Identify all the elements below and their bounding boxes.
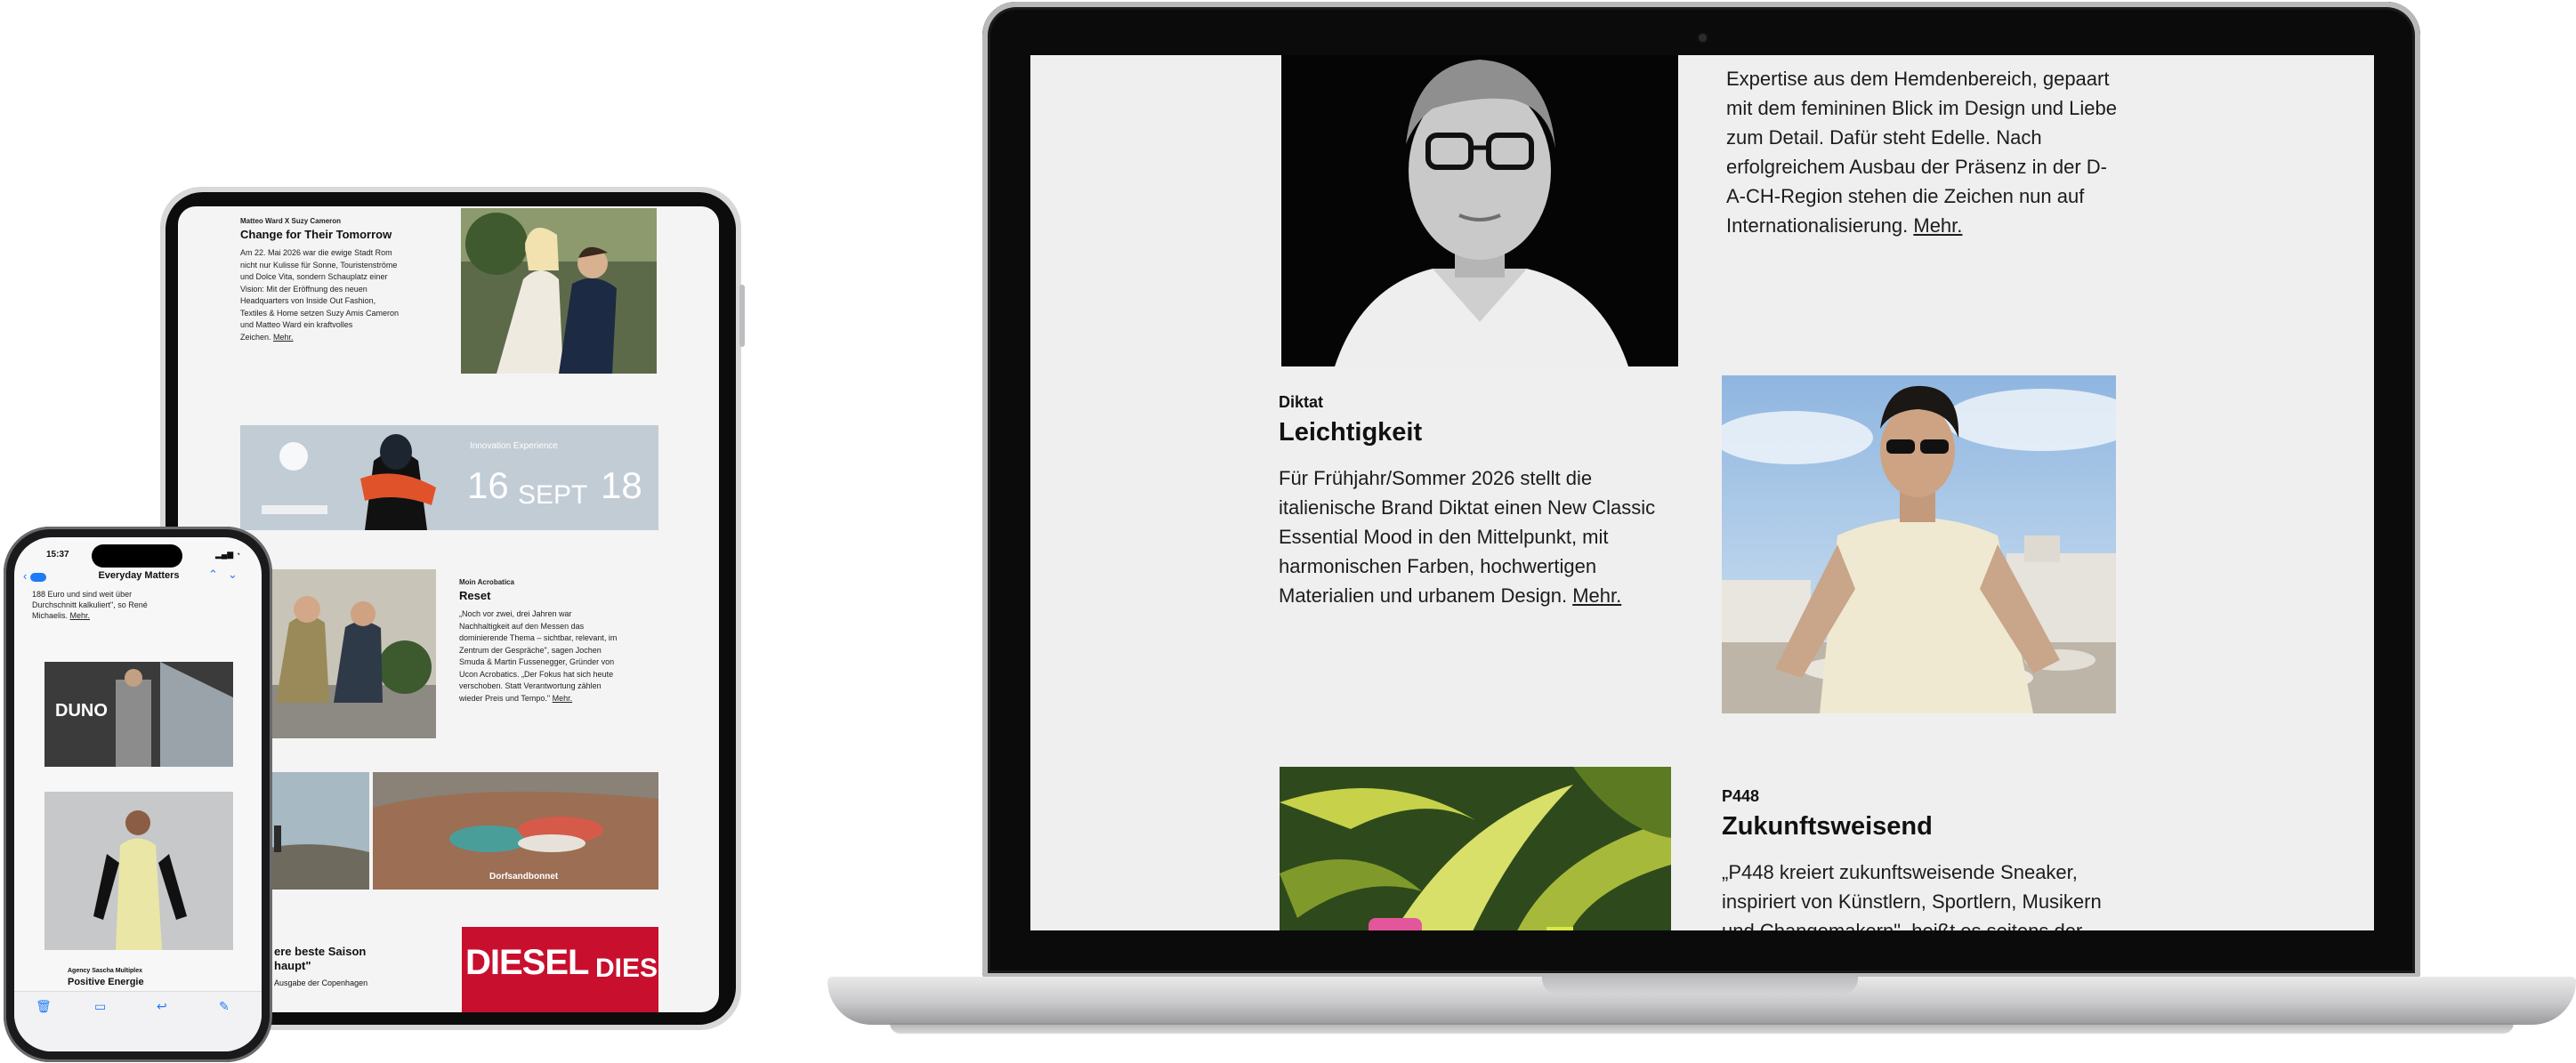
text-line: 188 Euro und sind weit über bbox=[32, 590, 133, 599]
reply-icon[interactable]: ↩ bbox=[157, 999, 167, 1014]
diktat-more-link[interactable]: Mehr. bbox=[1572, 584, 1621, 607]
intro-text: 188 Euro und sind weit über Durchschnitt… bbox=[32, 589, 228, 621]
edelle-more-link[interactable]: Mehr. bbox=[1913, 214, 1962, 237]
text-line: wieder Preis und Tempo." Mehr. bbox=[459, 693, 664, 705]
text-line: Expertise aus dem Hemdenbereich, gepaart bbox=[1726, 68, 2110, 90]
next-message-button[interactable]: ⌄ bbox=[228, 568, 238, 582]
back-button[interactable]: ‹ bbox=[23, 569, 55, 584]
text-line: A-CH-Region stehen die Zeichen nun auf bbox=[1726, 185, 2085, 207]
text-fragment: Internationalisierung. bbox=[1726, 214, 1909, 237]
folder-icon[interactable]: ▭ bbox=[94, 999, 106, 1014]
diesel-photo[interactable]: DIESEL DIESE bbox=[462, 927, 658, 1012]
portrait-photo bbox=[1281, 55, 1678, 366]
text-line: Headquarters von Inside Out Fashion, bbox=[240, 296, 376, 305]
laptop-opening-notch bbox=[1542, 977, 1858, 995]
diktat-brand: Diktat bbox=[1279, 393, 1324, 411]
laptop-screen: Expertise aus dem Hemdenbereich, gepaart… bbox=[1030, 55, 2374, 930]
text-line: nicht nur Kulisse für Sonne, Touristenst… bbox=[240, 260, 398, 270]
text-fragment: Michaelis. bbox=[32, 611, 69, 620]
text-line: Für Frühjahr/Sommer 2026 stellt die bbox=[1279, 467, 1593, 489]
text-line: und Changemakern", heißt es seitens der bbox=[1722, 916, 2184, 930]
store-photo[interactable]: DUNO bbox=[44, 662, 233, 767]
tablet-peek-title-1: ere beste Saison bbox=[274, 945, 367, 958]
couple-photo[interactable] bbox=[461, 208, 657, 374]
text-line: Ucon Acrobatics. „Der Fokus hat sich heu… bbox=[459, 669, 614, 679]
edelle-article-text: Expertise aus dem Hemdenbereich, gepaart… bbox=[1726, 64, 2189, 240]
status-icons: ▂▄▆ ◔ bbox=[215, 550, 241, 559]
banner-label: Innovation Experience bbox=[470, 441, 558, 451]
text-line: Smuda & Martin Fussenegger, Gründer von bbox=[459, 657, 615, 666]
p448-brand: P448 bbox=[1722, 787, 1760, 805]
trash-icon[interactable]: 🗑 bbox=[36, 999, 52, 1014]
text-line: Materialien und urbanem Design. Mehr. bbox=[1279, 581, 1706, 610]
matteo-ward-more-link[interactable]: Mehr. bbox=[273, 333, 294, 342]
text-line: Essential Mood in den Mittelpunkt, mit bbox=[1279, 526, 1609, 548]
text-fragment: wieder Preis und Tempo." bbox=[459, 693, 551, 703]
text-line: „P448 kreiert zukunftsweisende Sneaker, bbox=[1722, 861, 2078, 883]
ucon-article-text: „Noch vor zwei, drei Jahren war Nachhalt… bbox=[459, 608, 664, 705]
laptop-foot bbox=[890, 1023, 2514, 1034]
mail-subject-title: Everyday Matters bbox=[98, 570, 180, 581]
text-line: erfolgreichem Ausbau der Präsenz in der … bbox=[1726, 156, 2107, 178]
compose-icon[interactable]: ✎ bbox=[219, 999, 230, 1014]
matteo-ward-brand: Matteo Ward X Suzy Cameron bbox=[240, 217, 342, 225]
change-tomorrow-title: Change for Their Tomorrow bbox=[240, 228, 392, 241]
text-line: Textiles & Home setzen Suzy Amis Cameron bbox=[240, 308, 400, 318]
dynamic-island bbox=[92, 544, 182, 568]
text-line: und Matteo Ward ein kraftvolles bbox=[240, 320, 353, 329]
reset-title: Reset bbox=[459, 589, 491, 602]
laptop-camera bbox=[1699, 34, 1707, 42]
text-line: harmonischen Farben, hochwertigen bbox=[1279, 555, 1597, 577]
diktat-article-text: Für Frühjahr/Sommer 2026 stellt die ital… bbox=[1279, 463, 1706, 610]
tablet-side-button bbox=[739, 285, 745, 347]
text-line: Zeichen. Mehr. bbox=[240, 332, 445, 344]
sneaker-landscape-photo[interactable]: Dorfsandbonnet bbox=[240, 772, 658, 890]
prev-message-button[interactable]: ⌃ bbox=[208, 568, 218, 582]
text-line: zum Detail. Dafür steht Edelle. Nach bbox=[1726, 126, 2042, 149]
text-line: dominierende Thema – sichtbar, relevant,… bbox=[459, 633, 618, 642]
phone-screen: 15:37 ▂▄▆ ◔ ‹ Everyday Matters ⌃ ⌄ 188 E… bbox=[14, 537, 262, 1051]
diesel-sign: DIESEL bbox=[465, 943, 589, 982]
text-fragment: Zeichen. bbox=[240, 332, 271, 342]
palm-photo[interactable] bbox=[1280, 767, 1671, 930]
text-line: italienische Brand Diktat einen New Clas… bbox=[1279, 496, 1656, 519]
zukunftsweisend-title: Zukunftsweisend bbox=[1722, 812, 1933, 841]
text-line: inspiriert von Künstlern, Sportlern, Mus… bbox=[1722, 890, 2102, 913]
text-line: Michaelis. Mehr. bbox=[32, 610, 228, 621]
model-photo[interactable] bbox=[44, 792, 233, 950]
store-sign: DUNO bbox=[55, 701, 108, 721]
diktat-photo[interactable] bbox=[1722, 375, 2116, 713]
mail-toolbar: 🗑 ▭ ↩ ✎ bbox=[14, 991, 262, 1051]
innovation-event-banner[interactable]: Innovation Experience 16 SEPT 18 bbox=[240, 425, 658, 530]
agency-brand: Agency Sascha Multiplex bbox=[68, 968, 143, 974]
text-line: Internationalisierung. Mehr. bbox=[1726, 211, 2189, 240]
text-line: mit dem femininen Blick im Design und Li… bbox=[1726, 97, 2117, 119]
diesel-sign-2: DIESE bbox=[595, 954, 658, 983]
text-line: Zentrum der Gespräche", sagen Jochen bbox=[459, 645, 602, 655]
banner-date-end: 18 bbox=[601, 464, 642, 506]
text-line: Am 22. Mai 2026 war die ewige Stadt Rom bbox=[240, 248, 392, 257]
ucon-more-link[interactable]: Mehr. bbox=[553, 694, 573, 703]
leichtigkeit-title: Leichtigkeit bbox=[1279, 418, 1423, 447]
text-line: Durchschnitt kalkuliert", so René bbox=[32, 600, 148, 609]
matteo-ward-article-text: Am 22. Mai 2026 war die ewige Stadt Rom … bbox=[240, 247, 445, 343]
status-time: 15:37 bbox=[46, 550, 69, 560]
text-line: Nachhaltigkeit auf den Messen das bbox=[459, 621, 585, 631]
banner-date-start: 16 bbox=[467, 464, 509, 506]
p448-article-text: „P448 kreiert zukunftsweisende Sneaker, … bbox=[1722, 858, 2184, 930]
text-line: und Dolce Vita, sondern Schauplatz einer bbox=[240, 272, 388, 281]
tablet-peek-text: Ausgabe der Copenhagen bbox=[274, 978, 368, 987]
text-line: „Noch vor zwei, drei Jahren war bbox=[459, 609, 572, 618]
text-line: Vision: Mit der Eröffnung des neuen bbox=[240, 284, 367, 294]
sneaker-caption: Dorfsandbonnet bbox=[489, 872, 559, 882]
tablet-peek-title-2: haupt" bbox=[274, 959, 311, 972]
moin-acrobatica-brand: Moin Acrobatica bbox=[459, 578, 514, 586]
text-fragment: Materialien und urbanem Design. bbox=[1279, 584, 1568, 607]
banner-month: SEPT bbox=[518, 480, 588, 510]
intro-more-link[interactable]: Mehr. bbox=[70, 611, 91, 620]
text-line: verschoben. Statt Verantwortung zählen bbox=[459, 681, 602, 690]
positive-energie-title: Positive Energie bbox=[68, 977, 144, 987]
